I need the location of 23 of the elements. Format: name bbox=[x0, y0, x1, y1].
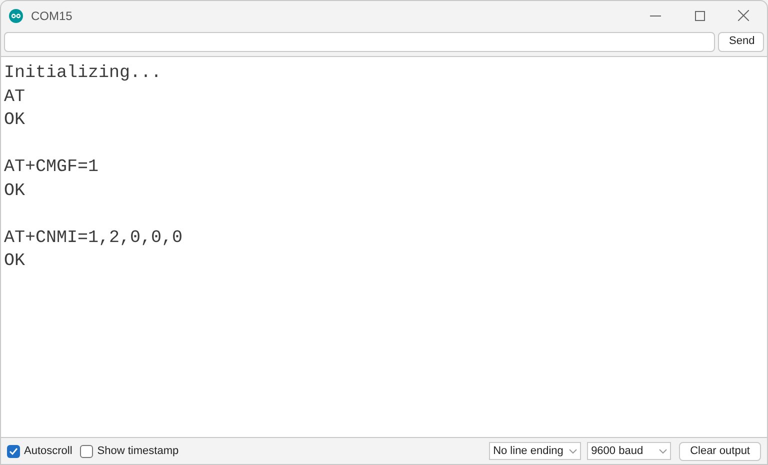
app-logo-icon bbox=[9, 8, 23, 22]
output-line: OK bbox=[4, 109, 26, 132]
close-icon[interactable] bbox=[738, 10, 749, 21]
checkbox-label[interactable]: Show timestamp bbox=[97, 442, 179, 460]
clear-output-button[interactable]: Clear output bbox=[679, 442, 761, 460]
chevron-down-icon bbox=[659, 448, 668, 454]
send-button[interactable]: Send bbox=[718, 32, 764, 52]
window-title: COM15 bbox=[31, 8, 72, 24]
chevron-down-icon bbox=[569, 448, 578, 454]
maximize-icon[interactable] bbox=[695, 10, 705, 20]
minimize-icon[interactable] bbox=[650, 14, 661, 16]
baud-rate-dropdown[interactable]: 9600 baud bbox=[587, 442, 672, 460]
output-line: AT bbox=[4, 86, 26, 108]
output-line: AT+CMGF=1 bbox=[4, 156, 99, 179]
output-line: AT+CNMI=1,2,0,0,0 bbox=[4, 226, 183, 250]
output-line: Initializing... bbox=[4, 62, 162, 85]
checkbox-label[interactable]: Autoscroll bbox=[24, 442, 72, 460]
message-input[interactable] bbox=[4, 32, 715, 52]
output-line: OK bbox=[4, 180, 26, 202]
checkbox[interactable] bbox=[7, 444, 20, 458]
checkbox[interactable] bbox=[80, 444, 94, 458]
output-line: OK bbox=[4, 250, 26, 273]
line-ending-dropdown[interactable]: No line ending bbox=[489, 442, 582, 460]
